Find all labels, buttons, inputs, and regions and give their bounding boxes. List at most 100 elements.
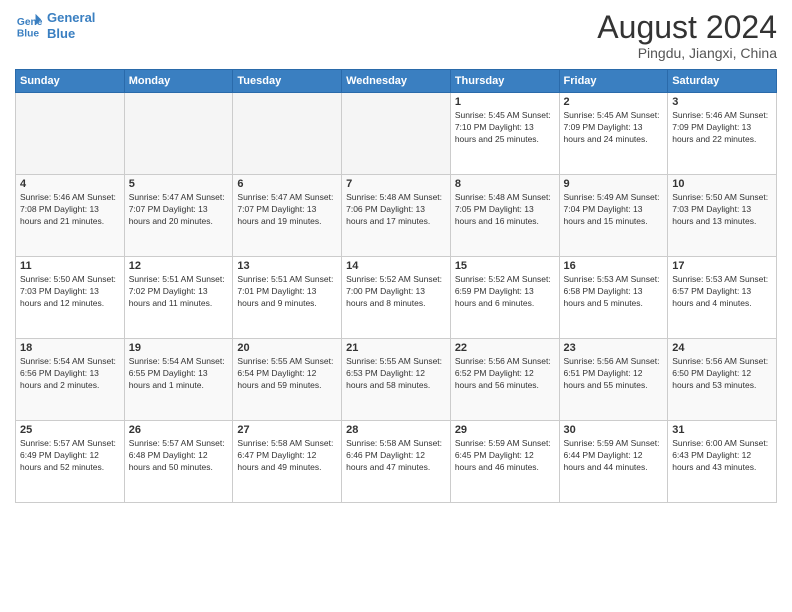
day-info: Sunrise: 5:48 AM Sunset: 7:05 PM Dayligh… bbox=[455, 192, 555, 228]
day-number: 22 bbox=[455, 342, 555, 354]
day-number: 25 bbox=[20, 424, 120, 436]
day-number: 2 bbox=[564, 96, 664, 108]
calendar-cell: 31 Sunrise: 6:00 AM Sunset: 6:43 PM Dayli… bbox=[668, 421, 777, 503]
day-number: 28 bbox=[346, 424, 446, 436]
header: General Blue General Blue August 2024 Pi… bbox=[15, 10, 777, 61]
calendar-cell: 6 Sunrise: 5:47 AM Sunset: 7:07 PM Daylig… bbox=[233, 175, 342, 257]
page: General Blue General Blue August 2024 Pi… bbox=[0, 0, 792, 612]
day-number: 5 bbox=[129, 178, 229, 190]
calendar-cell: 21Sunrise: 5:55 AM Sunset: 6:53 PM Dayli… bbox=[342, 339, 451, 421]
day-number: 24 bbox=[672, 342, 772, 354]
day-info: Sunrise: 5:46 AM Sunset: 7:09 PM Dayligh… bbox=[672, 110, 772, 146]
calendar: SundayMondayTuesdayWednesdayThursdayFrid… bbox=[15, 69, 777, 503]
logo: General Blue General Blue bbox=[15, 10, 95, 41]
day-info: Sunrise: 5:55 AM Sunset: 6:54 PM Dayligh… bbox=[237, 356, 337, 392]
day-number: 7 bbox=[346, 178, 446, 190]
weekday-header: Wednesday bbox=[342, 70, 451, 93]
calendar-cell: 14 Sunrise: 5:52 AM Sunset: 7:00 PM Dayli… bbox=[342, 257, 451, 339]
day-info: Sunrise: 5:48 AM Sunset: 7:06 PM Dayligh… bbox=[346, 192, 446, 228]
day-info: Sunrise: 5:58 AM Sunset: 6:46 PM Dayligh… bbox=[346, 438, 446, 474]
weekday-header: Sunday bbox=[16, 70, 125, 93]
calendar-cell: 29 Sunrise: 5:59 AM Sunset: 6:45 PM Dayli… bbox=[450, 421, 559, 503]
svg-text:Blue: Blue bbox=[17, 28, 40, 39]
calendar-week-row: 1Sunrise: 5:45 AM Sunset: 7:10 PM Daylig… bbox=[16, 93, 777, 175]
day-number: 20 bbox=[237, 342, 337, 354]
day-info: Sunrise: 5:53 AM Sunset: 6:57 PM Dayligh… bbox=[672, 274, 772, 310]
calendar-cell: 8 Sunrise: 5:48 AM Sunset: 7:05 PM Daylig… bbox=[450, 175, 559, 257]
day-info: Sunrise: 5:57 AM Sunset: 6:49 PM Dayligh… bbox=[20, 438, 120, 474]
day-info: Sunrise: 5:56 AM Sunset: 6:51 PM Dayligh… bbox=[564, 356, 664, 392]
day-info: Sunrise: 5:59 AM Sunset: 6:45 PM Dayligh… bbox=[455, 438, 555, 474]
day-number: 19 bbox=[129, 342, 229, 354]
day-info: Sunrise: 5:45 AM Sunset: 7:10 PM Dayligh… bbox=[455, 110, 555, 146]
day-info: Sunrise: 5:59 AM Sunset: 6:44 PM Dayligh… bbox=[564, 438, 664, 474]
calendar-week-row: 18Sunrise: 5:54 AM Sunset: 6:56 PM Dayli… bbox=[16, 339, 777, 421]
day-info: Sunrise: 5:56 AM Sunset: 6:52 PM Dayligh… bbox=[455, 356, 555, 392]
day-info: Sunrise: 5:45 AM Sunset: 7:09 PM Dayligh… bbox=[564, 110, 664, 146]
calendar-cell bbox=[233, 93, 342, 175]
calendar-cell: 7 Sunrise: 5:48 AM Sunset: 7:06 PM Daylig… bbox=[342, 175, 451, 257]
day-number: 8 bbox=[455, 178, 555, 190]
day-number: 12 bbox=[129, 260, 229, 272]
calendar-cell: 24 Sunrise: 5:56 AM Sunset: 6:50 PM Dayli… bbox=[668, 339, 777, 421]
day-info: Sunrise: 5:47 AM Sunset: 7:07 PM Dayligh… bbox=[237, 192, 337, 228]
calendar-cell: 18Sunrise: 5:54 AM Sunset: 6:56 PM Dayli… bbox=[16, 339, 125, 421]
calendar-cell: 30 Sunrise: 5:59 AM Sunset: 6:44 PM Dayli… bbox=[559, 421, 668, 503]
day-number: 27 bbox=[237, 424, 337, 436]
day-number: 17 bbox=[672, 260, 772, 272]
day-number: 23 bbox=[564, 342, 664, 354]
calendar-cell: 25 Sunrise: 5:57 AM Sunset: 6:49 PM Dayli… bbox=[16, 421, 125, 503]
title-area: August 2024 Pingdu, Jiangxi, China bbox=[597, 10, 777, 61]
calendar-cell: 17 Sunrise: 5:53 AM Sunset: 6:57 PM Dayli… bbox=[668, 257, 777, 339]
day-number: 16 bbox=[564, 260, 664, 272]
day-number: 30 bbox=[564, 424, 664, 436]
day-number: 9 bbox=[564, 178, 664, 190]
day-info: Sunrise: 6:00 AM Sunset: 6:43 PM Dayligh… bbox=[672, 438, 772, 474]
calendar-week-row: 25 Sunrise: 5:57 AM Sunset: 6:49 PM Dayli… bbox=[16, 421, 777, 503]
calendar-cell: 23 Sunrise: 5:56 AM Sunset: 6:51 PM Dayli… bbox=[559, 339, 668, 421]
day-info: Sunrise: 5:50 AM Sunset: 7:03 PM Dayligh… bbox=[20, 274, 120, 310]
day-number: 15 bbox=[455, 260, 555, 272]
calendar-cell: 22 Sunrise: 5:56 AM Sunset: 6:52 PM Dayli… bbox=[450, 339, 559, 421]
calendar-cell: 4 Sunrise: 5:46 AM Sunset: 7:08 PM Daylig… bbox=[16, 175, 125, 257]
calendar-cell: 19 Sunrise: 5:54 AM Sunset: 6:55 PM Dayli… bbox=[124, 339, 233, 421]
calendar-cell: 2 Sunrise: 5:45 AM Sunset: 7:09 PM Daylig… bbox=[559, 93, 668, 175]
day-info: Sunrise: 5:56 AM Sunset: 6:50 PM Dayligh… bbox=[672, 356, 772, 392]
day-number: 14 bbox=[346, 260, 446, 272]
day-number: 21 bbox=[346, 342, 446, 354]
calendar-cell bbox=[16, 93, 125, 175]
month-title: August 2024 bbox=[597, 10, 777, 45]
weekday-header: Monday bbox=[124, 70, 233, 93]
day-info: Sunrise: 5:52 AM Sunset: 7:00 PM Dayligh… bbox=[346, 274, 446, 310]
day-number: 4 bbox=[20, 178, 120, 190]
calendar-week-row: 11Sunrise: 5:50 AM Sunset: 7:03 PM Dayli… bbox=[16, 257, 777, 339]
day-number: 13 bbox=[237, 260, 337, 272]
day-info: Sunrise: 5:46 AM Sunset: 7:08 PM Dayligh… bbox=[20, 192, 120, 228]
calendar-week-row: 4 Sunrise: 5:46 AM Sunset: 7:08 PM Daylig… bbox=[16, 175, 777, 257]
day-number: 3 bbox=[672, 96, 772, 108]
day-info: Sunrise: 5:51 AM Sunset: 7:01 PM Dayligh… bbox=[237, 274, 337, 310]
weekday-header: Tuesday bbox=[233, 70, 342, 93]
day-info: Sunrise: 5:50 AM Sunset: 7:03 PM Dayligh… bbox=[672, 192, 772, 228]
day-info: Sunrise: 5:58 AM Sunset: 6:47 PM Dayligh… bbox=[237, 438, 337, 474]
day-info: Sunrise: 5:54 AM Sunset: 6:55 PM Dayligh… bbox=[129, 356, 229, 392]
calendar-cell: 27 Sunrise: 5:58 AM Sunset: 6:47 PM Dayli… bbox=[233, 421, 342, 503]
calendar-cell: 13 Sunrise: 5:51 AM Sunset: 7:01 PM Dayli… bbox=[233, 257, 342, 339]
calendar-cell: 3 Sunrise: 5:46 AM Sunset: 7:09 PM Daylig… bbox=[668, 93, 777, 175]
day-number: 29 bbox=[455, 424, 555, 436]
calendar-cell: 10Sunrise: 5:50 AM Sunset: 7:03 PM Dayli… bbox=[668, 175, 777, 257]
day-number: 6 bbox=[237, 178, 337, 190]
day-info: Sunrise: 5:54 AM Sunset: 6:56 PM Dayligh… bbox=[20, 356, 120, 392]
calendar-cell bbox=[342, 93, 451, 175]
calendar-cell: 11Sunrise: 5:50 AM Sunset: 7:03 PM Dayli… bbox=[16, 257, 125, 339]
day-info: Sunrise: 5:49 AM Sunset: 7:04 PM Dayligh… bbox=[564, 192, 664, 228]
day-info: Sunrise: 5:53 AM Sunset: 6:58 PM Dayligh… bbox=[564, 274, 664, 310]
day-number: 26 bbox=[129, 424, 229, 436]
weekday-header: Friday bbox=[559, 70, 668, 93]
calendar-cell: 1Sunrise: 5:45 AM Sunset: 7:10 PM Daylig… bbox=[450, 93, 559, 175]
calendar-cell: 16 Sunrise: 5:53 AM Sunset: 6:58 PM Dayli… bbox=[559, 257, 668, 339]
weekday-header: Saturday bbox=[668, 70, 777, 93]
weekday-header: Thursday bbox=[450, 70, 559, 93]
day-number: 31 bbox=[672, 424, 772, 436]
logo-text: General Blue bbox=[47, 10, 95, 41]
